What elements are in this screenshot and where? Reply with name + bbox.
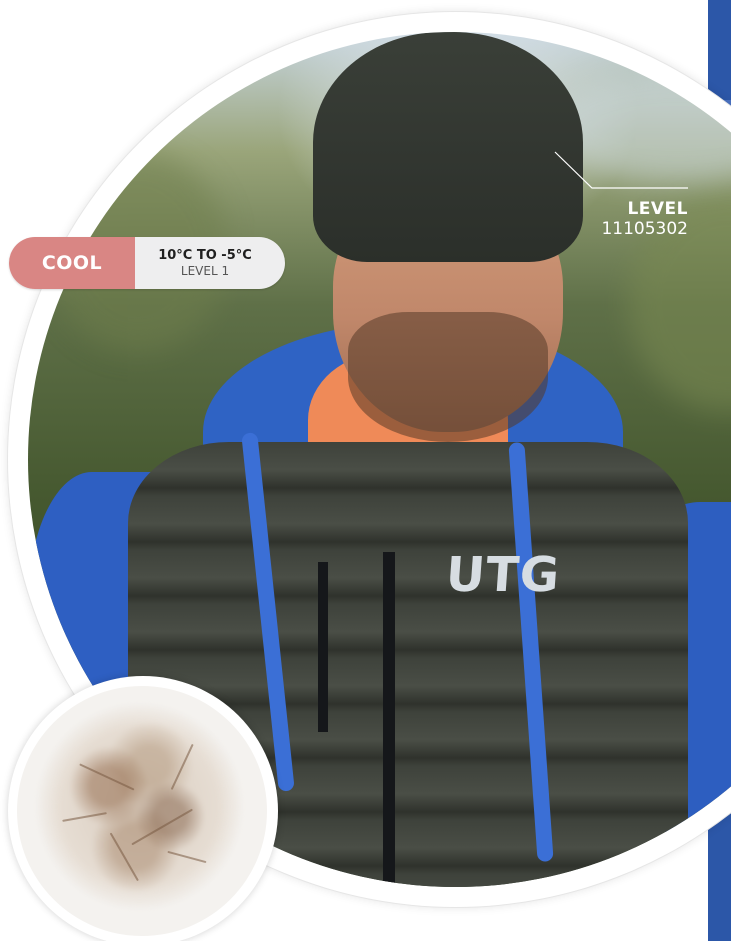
temperature-range: 10°C TO -5°C — [158, 247, 252, 263]
rating-label: COOL — [9, 237, 135, 289]
temperature-rating-pill: COOL 10°C TO -5°C LEVEL 1 — [9, 237, 285, 289]
down-feather-swatch — [17, 686, 267, 936]
rating-level: LEVEL 1 — [180, 263, 230, 278]
product-code: 11105302 — [601, 219, 688, 239]
level-title: LEVEL — [627, 199, 688, 219]
rating-details: 10°C TO -5°C LEVEL 1 — [135, 237, 285, 289]
down-cluster — [37, 704, 242, 909]
product-page: UTG LEVEL 11105302 COOL 10°C TO -5°C LEV… — [0, 0, 731, 941]
